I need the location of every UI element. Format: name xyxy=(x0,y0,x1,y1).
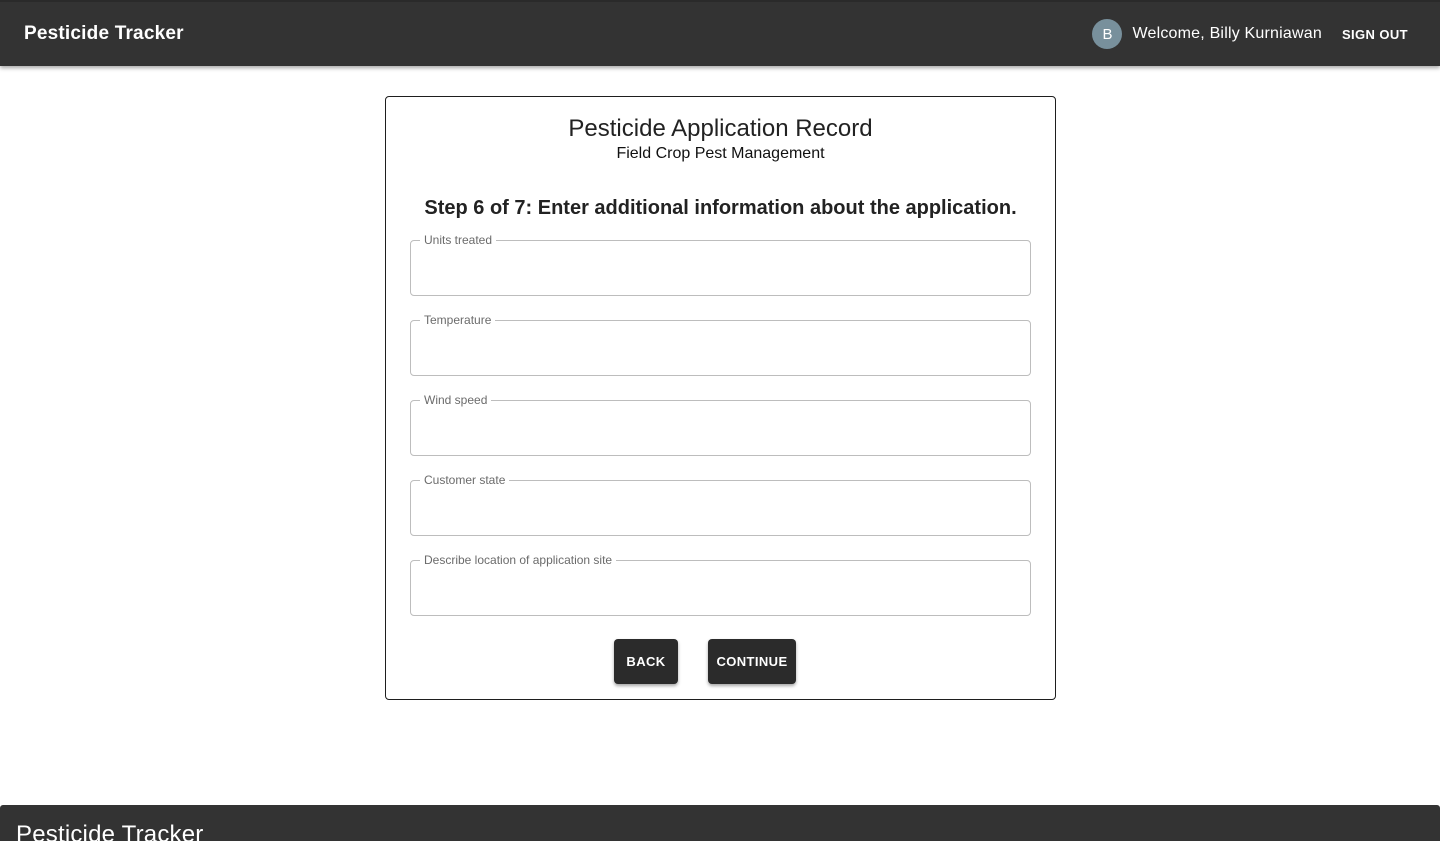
customer-state-field[interactable]: Customer state xyxy=(410,472,1031,536)
welcome-text: Welcome, Billy Kurniawan xyxy=(1132,25,1322,42)
app-title[interactable]: Pesticide Tracker xyxy=(24,23,184,45)
site-location-label: Describe location of application site xyxy=(420,552,617,568)
back-button[interactable]: BACK xyxy=(614,639,678,684)
temperature-field[interactable]: Temperature xyxy=(410,312,1031,376)
units-treated-label: Units treated xyxy=(420,232,497,248)
footer-bar: Pesticide Tracker xyxy=(0,805,1440,841)
units-treated-field[interactable]: Units treated xyxy=(410,232,1031,296)
sign-out-button[interactable]: SIGN OUT xyxy=(1342,21,1408,48)
wind-speed-label: Wind speed xyxy=(420,392,492,408)
site-location-field[interactable]: Describe location of application site xyxy=(410,552,1031,616)
wind-speed-input[interactable] xyxy=(411,401,1030,455)
step-heading: Step 6 of 7: Enter additional informatio… xyxy=(424,197,1017,219)
form-subtitle: Field Crop Pest Management xyxy=(616,145,825,162)
footer-title: Pesticide Tracker xyxy=(16,821,204,841)
form-title: Pesticide Application Record xyxy=(568,115,873,142)
units-treated-input[interactable] xyxy=(411,241,1030,295)
app-bar: Pesticide Tracker B Welcome, Billy Kurni… xyxy=(0,0,1440,66)
wind-speed-field[interactable]: Wind speed xyxy=(410,392,1031,456)
application-record-card: Pesticide Application Record Field Crop … xyxy=(385,96,1056,700)
temperature-label: Temperature xyxy=(420,312,496,328)
customer-state-input[interactable] xyxy=(411,481,1030,535)
user-avatar[interactable]: B xyxy=(1092,19,1123,49)
customer-state-label: Customer state xyxy=(420,472,510,488)
temperature-input[interactable] xyxy=(411,321,1030,375)
continue-button[interactable]: CONTINUE xyxy=(708,639,796,684)
user-area: B Welcome, Billy Kurniawan SIGN OUT xyxy=(1092,19,1408,49)
site-location-input[interactable] xyxy=(411,561,1030,615)
